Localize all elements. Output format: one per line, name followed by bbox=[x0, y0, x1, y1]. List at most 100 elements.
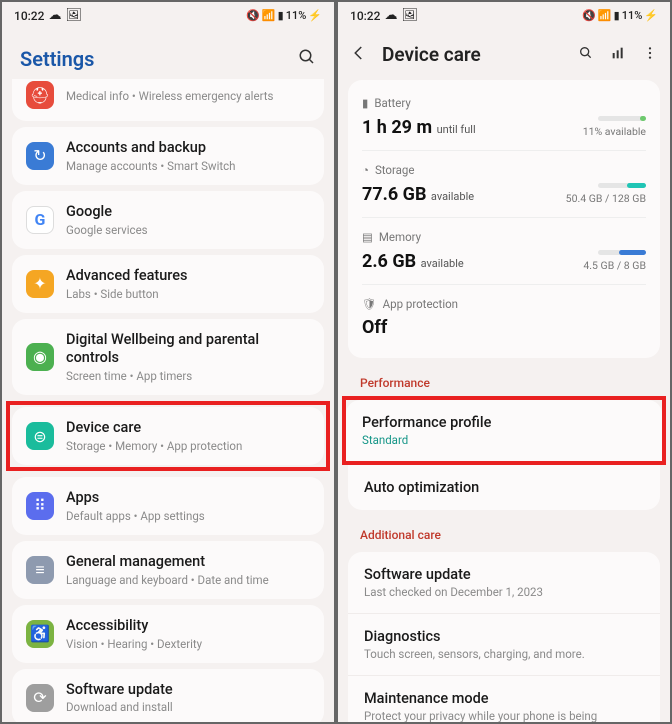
item-title: Software update bbox=[364, 566, 644, 583]
item-title: Diagnostics bbox=[364, 628, 644, 645]
item-sub: Protect your privacy while your phone is… bbox=[364, 709, 644, 724]
storage-section[interactable]: ◔ Storage 77.6 GB available 50.4 GB / 128… bbox=[362, 150, 646, 211]
row-sub: Google services bbox=[66, 223, 310, 237]
device-care-header: Device care bbox=[338, 29, 670, 74]
section-label: Battery bbox=[374, 96, 410, 110]
memory-note: 4.5 GB / 8 GB bbox=[583, 259, 646, 272]
section-label: Storage bbox=[375, 163, 415, 177]
wellbeing-icon: ◉ bbox=[26, 343, 54, 371]
gallery-icon: 🖼 bbox=[401, 8, 418, 23]
google-icon: G bbox=[26, 206, 54, 234]
status-time: 10:22 bbox=[14, 9, 44, 23]
row-sub: Download and install bbox=[66, 700, 310, 714]
storage-icon: ◔ bbox=[362, 163, 369, 177]
battery-charging-icon: ⚡ bbox=[308, 9, 322, 22]
section-label: App protection bbox=[383, 297, 458, 311]
settings-screen: 10:22 ☁ 🖼 🔇 📶 ▮ 11% ⚡ Settings ⛑ Medical… bbox=[0, 0, 336, 724]
advanced-features-row[interactable]: ✦ Advanced features Labs • Side button bbox=[12, 255, 324, 313]
storage-bar bbox=[598, 183, 646, 188]
signal-icon: ▮ bbox=[278, 9, 284, 22]
item-title: Auto optimization bbox=[364, 479, 644, 496]
cloud-icon: ☁ bbox=[48, 8, 61, 23]
item-sub: Standard bbox=[362, 433, 646, 447]
accessibility-icon: ♿ bbox=[26, 620, 54, 648]
digital-wellbeing-row[interactable]: ◉ Digital Wellbeing and parental control… bbox=[12, 319, 324, 396]
section-label: Memory bbox=[379, 230, 421, 244]
performance-profile-row[interactable]: Performance profile Standard bbox=[346, 400, 662, 461]
search-icon[interactable] bbox=[298, 48, 316, 70]
item-sub: Touch screen, sensors, charging, and mor… bbox=[364, 647, 644, 661]
storage-suffix: available bbox=[431, 190, 474, 203]
row-title: Accessibility bbox=[66, 617, 310, 636]
accounts-backup-row[interactable]: ↻ Accounts and backup Manage accounts • … bbox=[12, 127, 324, 185]
more-icon[interactable] bbox=[642, 45, 658, 65]
signal-icon: ▮ bbox=[614, 9, 620, 22]
performance-section-label: Performance bbox=[338, 364, 670, 394]
row-title: Apps bbox=[66, 489, 310, 508]
general-management-row[interactable]: ≡ General management Language and keyboa… bbox=[12, 541, 324, 599]
row-sub: Medical info • Wireless emergency alerts bbox=[66, 89, 310, 103]
app-protection-section[interactable]: 🛡App protection Off bbox=[362, 284, 646, 344]
battery-section[interactable]: ▮Battery 1 h 29 m until full 11% availab… bbox=[362, 90, 646, 144]
row-sub: Vision • Hearing • Dexterity bbox=[66, 637, 310, 651]
item-sub: Last checked on December 1, 2023 bbox=[364, 585, 644, 599]
search-icon[interactable] bbox=[578, 45, 594, 65]
storage-note: 50.4 GB / 128 GB bbox=[566, 192, 646, 205]
device-care-icon: ⊜ bbox=[26, 422, 54, 450]
row-title: Accounts and backup bbox=[66, 139, 310, 158]
auto-optimization-row[interactable]: Auto optimization bbox=[348, 465, 660, 510]
advanced-icon: ✦ bbox=[26, 270, 54, 298]
memory-bar bbox=[598, 250, 646, 255]
settings-header: Settings bbox=[2, 29, 334, 79]
memory-section[interactable]: ▤Memory 2.6 GB available 4.5 GB / 8 GB bbox=[362, 217, 646, 278]
row-title: General management bbox=[66, 553, 310, 572]
battery-suffix: until full bbox=[437, 123, 476, 136]
protection-value: Off bbox=[362, 317, 646, 338]
row-sub: Manage accounts • Smart Switch bbox=[66, 159, 310, 173]
status-bar: 10:22 ☁ 🖼 🔇 📶 ▮ 11% ⚡ bbox=[2, 2, 334, 29]
battery-bar bbox=[598, 116, 646, 121]
apps-row[interactable]: ⠿ Apps Default apps • App settings bbox=[12, 477, 324, 535]
software-update-row[interactable]: ⟳ Software update Download and install bbox=[12, 669, 324, 724]
maintenance-mode-row[interactable]: Maintenance mode Protect your privacy wh… bbox=[348, 675, 660, 724]
device-care-screen: 10:22 ☁ 🖼 🔇 📶 ▮ 11% ⚡ Device care ▮Batte… bbox=[336, 0, 672, 724]
apps-icon: ⠿ bbox=[26, 492, 54, 520]
battery-percent: 11% bbox=[622, 9, 643, 22]
row-title: Google bbox=[66, 203, 310, 222]
page-title: Device care bbox=[382, 43, 481, 66]
item-title: Maintenance mode bbox=[364, 690, 644, 707]
memory-value: 2.6 GB bbox=[362, 251, 416, 272]
row-sub: Labs • Side button bbox=[66, 287, 310, 301]
highlight-performance-profile: Performance profile Standard bbox=[342, 396, 666, 465]
highlight-device-care: ⊜ Device care Storage • Memory • App pro… bbox=[6, 401, 330, 471]
storage-value: 77.6 GB bbox=[362, 184, 426, 205]
software-update-row[interactable]: Software update Last checked on December… bbox=[348, 552, 660, 613]
gallery-icon: 🖼 bbox=[65, 8, 82, 23]
sync-icon: ↻ bbox=[26, 142, 54, 170]
mute-icon: 🔇 bbox=[246, 9, 260, 22]
row-title: Digital Wellbeing and parental controls bbox=[66, 331, 310, 369]
status-time: 10:22 bbox=[350, 9, 380, 23]
wifi-icon: 📶 bbox=[262, 9, 276, 22]
back-icon[interactable] bbox=[350, 44, 368, 66]
chart-icon[interactable] bbox=[610, 45, 626, 65]
device-status-card: ▮Battery 1 h 29 m until full 11% availab… bbox=[348, 80, 660, 358]
mute-icon: 🔇 bbox=[582, 9, 596, 22]
page-title: Settings bbox=[20, 47, 94, 71]
memory-icon: ▤ bbox=[362, 230, 373, 244]
diagnostics-row[interactable]: Diagnostics Touch screen, sensors, charg… bbox=[348, 613, 660, 675]
battery-note: 11% available bbox=[583, 125, 646, 138]
safety-emergency-row[interactable]: ⛑ Medical info • Wireless emergency aler… bbox=[12, 79, 324, 121]
row-sub: Screen time • App timers bbox=[66, 369, 310, 383]
update-icon: ⟳ bbox=[26, 684, 54, 712]
google-row[interactable]: G Google Google services bbox=[12, 191, 324, 249]
accessibility-row[interactable]: ♿ Accessibility Vision • Hearing • Dexte… bbox=[12, 605, 324, 663]
battery-value: 1 h 29 m bbox=[362, 117, 432, 138]
row-sub: Language and keyboard • Date and time bbox=[66, 573, 310, 587]
general-icon: ≡ bbox=[26, 556, 54, 584]
row-sub: Storage • Memory • App protection bbox=[66, 439, 310, 453]
cloud-icon: ☁ bbox=[384, 8, 397, 23]
item-title: Performance profile bbox=[362, 414, 646, 431]
battery-charging-icon: ⚡ bbox=[644, 9, 658, 22]
device-care-row[interactable]: ⊜ Device care Storage • Memory • App pro… bbox=[12, 407, 324, 465]
